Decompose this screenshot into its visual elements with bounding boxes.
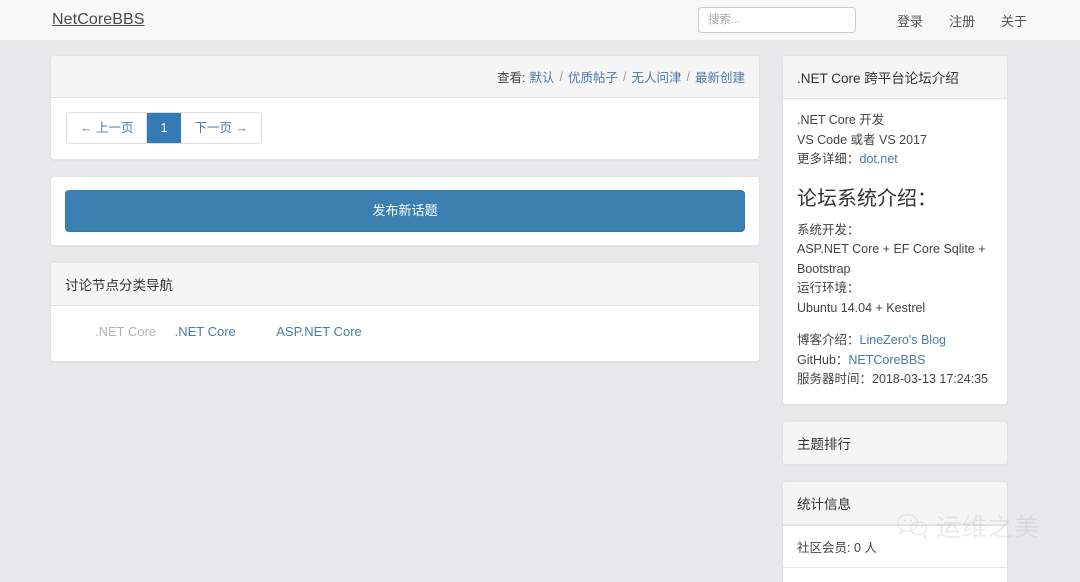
system-env-value: Ubuntu 14.04 + Kestrel <box>797 300 926 315</box>
stats-panel-title: 统计信息 <box>783 481 1007 525</box>
blog-line: 博客介绍：LineZero's Blog <box>797 331 993 351</box>
system-dev-label: 系统开发： <box>797 222 860 237</box>
server-time-value: 2018-03-13 17:24:35 <box>872 372 989 386</box>
new-topic-button-wrapper: 发布新话题 <box>51 177 759 245</box>
view-filter-label: 查看: <box>497 71 526 85</box>
navbar-right-group: 登录 注册 关于 <box>697 7 1080 33</box>
intro-line-more: 更多详细：dot.net <box>797 150 993 170</box>
topic-list-panel: 查看: 默认 / 优质帖子 / 无人问津 / 最新创建 ← 上一页 1 下一页 … <box>50 55 760 160</box>
filter-separator: / <box>623 69 627 84</box>
nodes-panel-title: 讨论节点分类导航 <box>51 263 759 306</box>
nav-link-login[interactable]: 登录 <box>884 11 936 30</box>
ranking-panel-title: 主题排行 <box>783 421 1007 464</box>
pagination-prev[interactable]: ← 上一页 <box>67 113 148 143</box>
node-link-dotnet-core[interactable]: .NET Core <box>175 324 236 339</box>
github-line: GitHub：NETCoreBBS <box>797 351 993 371</box>
pagination-area: ← 上一页 1 下一页 → <box>51 98 759 159</box>
top-navbar: NetCoreBBS 登录 注册 关于 <box>0 0 1080 41</box>
stats-item-topics: 帖子数: 0 个 <box>783 567 1007 582</box>
intro-panel-title: .NET Core 跨平台论坛介绍 <box>783 56 1007 99</box>
pagination: ← 上一页 1 下一页 → <box>66 112 262 144</box>
server-time-line: 服务器时间：2018-03-13 17:24:35 <box>797 370 993 390</box>
blog-link[interactable]: LineZero's Blog <box>860 333 946 347</box>
intro-panel: .NET Core 跨平台论坛介绍 .NET Core 开发 VS Code 或… <box>782 55 1008 405</box>
filter-option-quality[interactable]: 优质帖子 <box>568 67 618 86</box>
search-input[interactable] <box>697 7 856 33</box>
nav-link-about[interactable]: 关于 <box>988 11 1040 30</box>
page-container: 查看: 默认 / 优质帖子 / 无人问津 / 最新创建 ← 上一页 1 下一页 … <box>0 41 1080 582</box>
new-topic-panel: 发布新话题 <box>50 176 760 246</box>
nodes-panel-body: .NET Core .NET Core ASP.NET Core <box>51 306 759 361</box>
filter-separator: / <box>559 69 563 84</box>
main-column: 查看: 默认 / 优质帖子 / 无人问津 / 最新创建 ← 上一页 1 下一页 … <box>50 55 760 378</box>
blog-label: 博客介绍： <box>797 333 860 347</box>
intro-line-tools: VS Code 或者 VS 2017 <box>797 132 927 147</box>
dotnet-site-link[interactable]: dot.net <box>860 152 898 166</box>
filter-option-newest[interactable]: 最新创建 <box>695 67 745 86</box>
intro-more-label: 更多详细： <box>797 152 860 166</box>
system-intro-title: 论坛系统介绍： <box>797 187 937 210</box>
sidebar-column: .NET Core 跨平台论坛介绍 .NET Core 开发 VS Code 或… <box>782 55 1008 582</box>
brand-logo[interactable]: NetCoreBBS <box>52 11 145 29</box>
github-label: GitHub： <box>797 352 849 367</box>
server-time-label: 服务器时间： <box>797 372 873 386</box>
system-dev-value: ASP.NET Core + EF Core Sqlite + Bootstra… <box>797 242 986 276</box>
pagination-page-1[interactable]: 1 <box>147 113 182 143</box>
system-env-label: 运行环境： <box>797 281 860 295</box>
new-topic-button[interactable]: 发布新话题 <box>65 190 745 232</box>
stats-panel: 统计信息 社区会员: 0 人 帖子数: 0 个 回帖数: 0 条 <box>782 480 1008 582</box>
filter-separator: / <box>686 69 690 84</box>
stats-list: 社区会员: 0 人 帖子数: 0 个 回帖数: 0 条 <box>783 524 1007 582</box>
filter-option-noreply[interactable]: 无人问津 <box>631 67 681 86</box>
github-link[interactable]: NETCoreBBS <box>848 353 925 367</box>
pagination-next[interactable]: 下一页 → <box>181 113 261 143</box>
nav-link-register[interactable]: 注册 <box>936 11 988 30</box>
nodes-panel: 讨论节点分类导航 .NET Core .NET Core ASP.NET Cor… <box>50 262 760 362</box>
view-filter-bar: 查看: 默认 / 优质帖子 / 无人问津 / 最新创建 <box>51 56 759 98</box>
ranking-panel: 主题排行 <box>782 420 1008 465</box>
node-link-aspnet-core[interactable]: ASP.NET Core <box>276 324 362 339</box>
node-category-label: .NET Core <box>95 324 157 339</box>
intro-panel-body: .NET Core 开发 VS Code 或者 VS 2017 更多详细：dot… <box>783 99 1007 404</box>
intro-line-development: .NET Core 开发 <box>797 113 885 127</box>
filter-option-default[interactable]: 默认 <box>529 67 554 86</box>
stats-item-members: 社区会员: 0 人 <box>783 525 1007 568</box>
